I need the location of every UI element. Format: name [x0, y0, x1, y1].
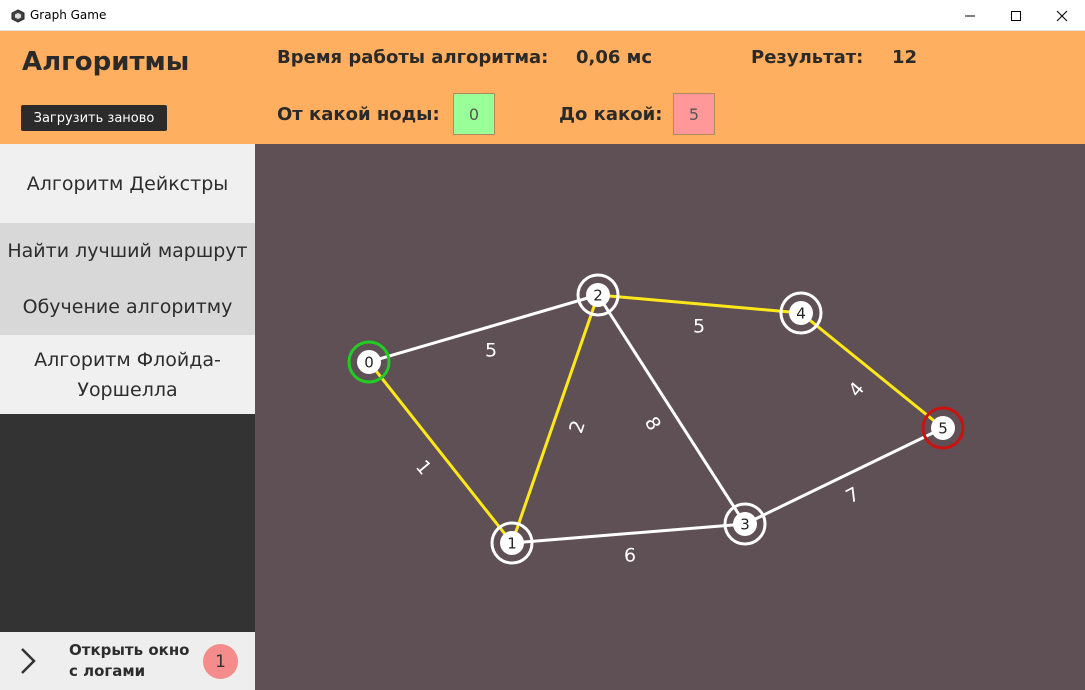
time-label: Время работы алгоритма:: [277, 47, 549, 68]
edge-weight-label: 2: [565, 418, 590, 436]
logs-count-badge: 1: [203, 644, 238, 679]
edge-weight-label: 8: [640, 413, 665, 434]
minimize-button[interactable]: [947, 0, 993, 31]
maximize-button[interactable]: [993, 0, 1039, 31]
edge-weight-label: 4: [844, 378, 869, 401]
graph-edge: [744, 426, 944, 526]
graph-canvas[interactable]: 5 1 2 8 5 4 6 7 0 1 2 3 4 5: [255, 144, 1085, 690]
graph-edge: [511, 522, 746, 545]
menu-find-best-route[interactable]: Найти лучший маршрут: [0, 223, 255, 279]
app-cube-icon: [11, 8, 25, 23]
to-node-field[interactable]: 5: [673, 93, 715, 135]
chevron-right-icon: [21, 648, 36, 674]
maximize-icon: [1011, 10, 1021, 21]
edge-weight-label: 5: [485, 340, 497, 362]
node-label: 3: [740, 516, 750, 534]
graph-edge: [800, 311, 944, 430]
graph-edge: [368, 293, 599, 364]
minimize-icon: [965, 15, 975, 16]
close-icon: [1056, 10, 1068, 21]
to-node-label: До какой:: [559, 104, 663, 125]
node-label: 5: [938, 420, 948, 438]
menu-algorithm-training[interactable]: Обучение алгоритму: [0, 279, 255, 335]
graph-node[interactable]: 0: [347, 340, 391, 384]
graph-edge: [597, 293, 802, 315]
open-logs-button[interactable]: Открыть окно с логами 1: [0, 632, 255, 690]
section-title: Алгоритмы: [22, 47, 190, 77]
graph-svg: 5 1 2 8 5 4 6 7 0 1 2 3 4 5: [347, 273, 965, 567]
from-node-field[interactable]: 0: [453, 93, 495, 135]
from-node-label: От какой ноды:: [277, 104, 440, 125]
result-value: 12: [892, 47, 918, 68]
edge-weight-label: 6: [624, 545, 636, 567]
window-title-bar: Graph Game: [0, 0, 1085, 31]
menu-dijkstra[interactable]: Алгоритм Дейкстры: [0, 144, 255, 223]
node-label: 0: [364, 354, 374, 372]
header-panel: Алгоритмы Загрузить заново Время работы …: [0, 31, 1085, 144]
edge-weight-label: 1: [411, 456, 436, 479]
node-label: 4: [796, 305, 806, 323]
close-button[interactable]: [1039, 0, 1085, 31]
menu-floyd-warshall[interactable]: Алгоритм Флойда-Уоршелла: [0, 335, 255, 414]
open-logs-label: Открыть окно с логами: [69, 641, 190, 680]
edge-weight-label: 5: [693, 316, 705, 338]
graph-edge: [510, 294, 600, 544]
graph-edge: [596, 294, 747, 525]
graph-edge: [367, 361, 514, 544]
edge-weight-label: 7: [842, 483, 863, 508]
reload-button[interactable]: Загрузить заново: [21, 105, 167, 131]
result-label: Результат:: [751, 47, 864, 68]
node-label: 1: [507, 535, 517, 553]
node-label: 2: [593, 287, 603, 305]
time-value: 0,06 мс: [576, 47, 653, 68]
graph-node[interactable]: 5: [921, 406, 965, 450]
window-title: Graph Game: [30, 8, 107, 22]
